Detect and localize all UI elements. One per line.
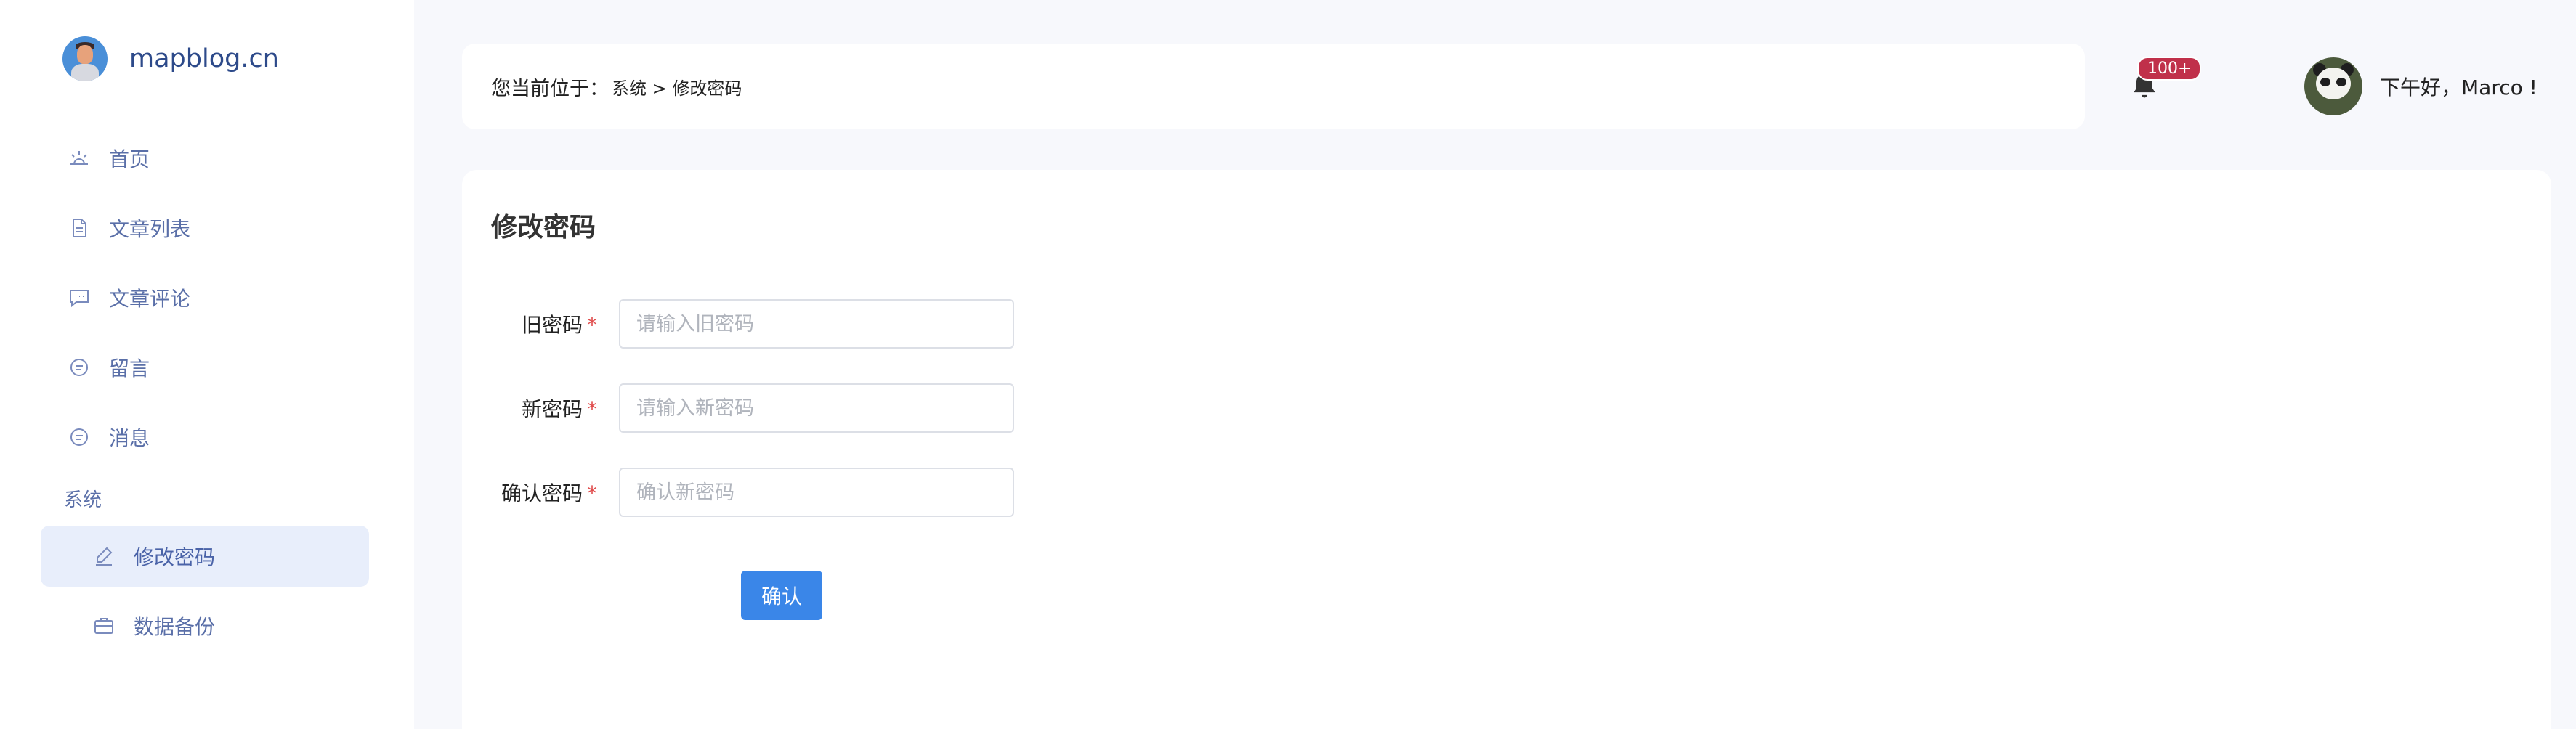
page-title: 修改密码: [491, 213, 596, 243]
breadcrumb-prefix: 您当前位于：: [491, 77, 609, 100]
comment-icon: [67, 285, 92, 310]
sunrise-icon: [67, 146, 92, 171]
sidebar-item-label: 数据备份: [134, 615, 216, 639]
brand-logo[interactable]: mapblog.cn: [62, 36, 279, 81]
confirm-button[interactable]: 确认: [741, 571, 822, 620]
sidebar-item-label: 文章评论: [109, 287, 191, 311]
required-mark: *: [587, 397, 597, 421]
new-password-row: 新密码 *: [462, 383, 1014, 433]
brand-avatar: [62, 36, 108, 81]
bell-icon: [2129, 73, 2160, 105]
sidebar-item-label: 修改密码: [134, 545, 216, 569]
sidebar-item-home[interactable]: 首页: [41, 128, 369, 189]
confirm-password-label: 确认密码 *: [501, 481, 597, 505]
notification-badge: 100+: [2137, 57, 2202, 81]
message-circle-icon: [67, 355, 92, 380]
sidebar: mapblog.cn 首页 文章列表 文章评论 留言 消息 系统 修改密码 数据…: [0, 0, 414, 729]
user-greeting: 下午好，Marco !: [2380, 76, 2537, 99]
old-password-row: 旧密码 *: [462, 299, 1014, 349]
new-password-label: 新密码 *: [521, 397, 597, 421]
sidebar-item-label: 首页: [109, 147, 150, 171]
sidebar-section-system[interactable]: 系统: [41, 476, 369, 520]
breadcrumb-bar: 您当前位于： 系统 > 修改密码: [462, 44, 2085, 129]
sidebar-item-articles[interactable]: 文章列表: [41, 197, 369, 258]
message-circle-icon: [67, 425, 92, 449]
pen-icon: [92, 544, 116, 569]
confirm-password-row: 确认密码 *: [462, 468, 1014, 517]
new-password-input[interactable]: [619, 383, 1014, 433]
briefcase-icon: [92, 614, 116, 638]
sidebar-item-messages[interactable]: 消息: [41, 407, 369, 468]
brand-name: mapblog.cn: [129, 44, 279, 73]
old-password-input[interactable]: [619, 299, 1014, 349]
sidebar-item-label: 消息: [109, 426, 150, 450]
breadcrumb[interactable]: 系统 > 修改密码: [612, 74, 742, 99]
avatar[interactable]: [2304, 57, 2362, 115]
sidebar-item-comments[interactable]: 文章评论: [41, 267, 369, 328]
sidebar-item-label: 留言: [109, 357, 150, 380]
old-password-label: 旧密码 *: [521, 313, 597, 337]
change-password-card: 修改密码 旧密码 * 新密码 * 确认密码 * 确认: [462, 170, 2551, 729]
sidebar-item-change-password[interactable]: 修改密码: [41, 526, 369, 587]
confirm-password-input[interactable]: [619, 468, 1014, 517]
required-mark: *: [587, 481, 597, 505]
required-mark: *: [587, 313, 597, 337]
user-menu[interactable]: 下午好，Marco !: [2304, 57, 2537, 115]
sidebar-nav: 首页 文章列表 文章评论 留言 消息 系统 修改密码 数据备份: [41, 128, 369, 665]
sidebar-item-guestbook[interactable]: 留言: [41, 337, 369, 398]
sidebar-item-label: 文章列表: [109, 217, 191, 241]
sidebar-item-data-backup[interactable]: 数据备份: [41, 595, 369, 656]
document-icon: [67, 216, 92, 240]
